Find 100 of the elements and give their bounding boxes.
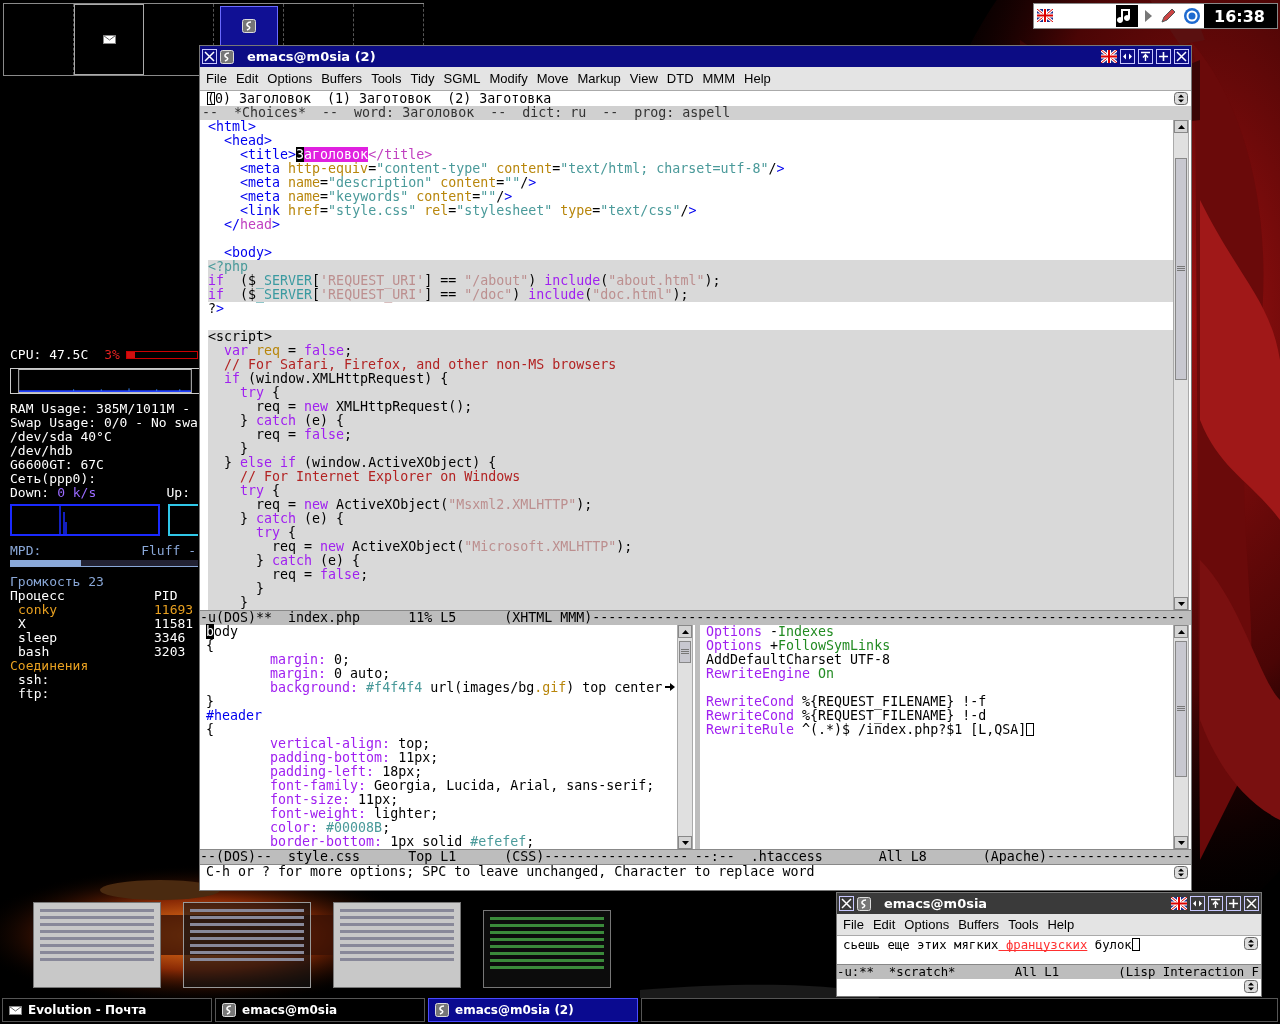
window-thumbnail[interactable] xyxy=(483,910,611,988)
scroll-arrows-icon[interactable] xyxy=(1244,980,1258,993)
column-header: PID xyxy=(154,589,178,603)
menu-item[interactable]: MMM xyxy=(702,70,736,87)
code-line: <head> xyxy=(223,134,274,148)
menu-item[interactable]: Tools xyxy=(371,70,402,87)
taskbar-button[interactable]: emacs@m0sia (2) xyxy=(428,998,638,1022)
menu-item[interactable]: Edit xyxy=(235,70,259,87)
window-title: emacs@m0sia xyxy=(884,896,989,911)
arrow-up-icon xyxy=(1176,627,1186,636)
scroll-thumb[interactable] xyxy=(1175,641,1187,777)
code-line: #header xyxy=(206,709,264,723)
code-line: <link href="style.css" rel="stylesheet" type="text/css"/> xyxy=(239,204,698,218)
menu-item[interactable]: Options xyxy=(267,70,313,87)
menu-item[interactable]: DTD xyxy=(666,70,694,87)
taskbar-button[interactable]: Evolution - Почта xyxy=(2,998,212,1022)
process-name: conky xyxy=(18,603,58,617)
column-header: Процесс xyxy=(10,589,65,603)
play-icon[interactable] xyxy=(1144,9,1154,23)
system-stat: G6600GT: 67C xyxy=(10,458,105,472)
system-stat: /dev/sda 40°C xyxy=(10,430,113,444)
code-line: Options -Indexes xyxy=(706,625,835,639)
keyboard-flag-icon xyxy=(1037,8,1053,22)
plus-icon xyxy=(1228,898,1239,909)
menu-item[interactable]: Help xyxy=(1047,916,1075,933)
scroll-down-button[interactable] xyxy=(678,836,692,849)
music-note-icon[interactable] xyxy=(1116,5,1139,27)
spelling-choice[interactable]: (1) Заготовок xyxy=(327,91,432,106)
scroll-up-button[interactable] xyxy=(1174,625,1188,638)
code-line: margin: 0; xyxy=(269,653,352,667)
menu-item[interactable]: Options xyxy=(904,916,950,933)
window-thumbnail[interactable] xyxy=(333,902,461,988)
section-title: Соединения xyxy=(10,659,90,673)
code-line: font-size: 11px; xyxy=(269,793,399,807)
window-thumbnail[interactable] xyxy=(183,902,311,988)
upload-label: Up: xyxy=(166,486,190,500)
window-title: emacs@m0sia (2) xyxy=(247,49,377,64)
spelling-choice[interactable]: (2) Заготовка xyxy=(447,91,552,106)
menu-item[interactable]: Modify xyxy=(489,70,528,87)
code-line: body xyxy=(206,625,240,639)
code-line: AddDefaultCharset UTF-8 xyxy=(706,653,892,667)
close-button[interactable] xyxy=(1174,49,1189,64)
cpu-temperature: CPU: 47.5C xyxy=(10,348,89,362)
code-line: <body> xyxy=(224,246,274,260)
close-button[interactable] xyxy=(202,49,217,64)
close-icon xyxy=(1176,51,1187,62)
menu-item[interactable]: File xyxy=(843,916,864,933)
code-line: </head> xyxy=(223,218,282,232)
code-line: RewriteRule ^(.*)$ /index.php?$1 [L,QSA] xyxy=(706,723,1173,737)
raise-button[interactable] xyxy=(1138,49,1153,64)
mode-line: --:-- .htaccess All L8 (Apache)------------------ xyxy=(694,850,1191,864)
track-title: Fluff - xyxy=(141,544,196,558)
code-line: <meta http-equiv="content-type" content="text/html; charset=utf-8"/> xyxy=(239,162,786,176)
menu-item[interactable]: File xyxy=(206,70,227,87)
arrow-up-icon xyxy=(680,627,690,636)
volume-label: Громкость 23 xyxy=(10,575,105,589)
menu-item[interactable]: Move xyxy=(536,70,569,87)
code-line: RewriteCond %{REQUEST_FILENAME} !-f xyxy=(706,695,988,709)
scroll-thumb[interactable] xyxy=(679,641,691,663)
circle-icon[interactable] xyxy=(1183,7,1202,25)
menu-item[interactable]: Tidy xyxy=(410,70,435,87)
system-stat: Swap Usage: 0/0 - No swa xyxy=(10,416,198,430)
scroll-thumb[interactable] xyxy=(1175,158,1187,380)
menu-item[interactable]: SGML xyxy=(443,70,481,87)
scroll-down-button[interactable] xyxy=(1174,836,1188,849)
scrollbar[interactable] xyxy=(1173,625,1189,849)
menu-item[interactable]: Help xyxy=(744,70,771,87)
envelope-icon xyxy=(9,1005,22,1015)
menu-item[interactable]: Buffers xyxy=(958,916,1000,933)
scrollbar[interactable] xyxy=(1173,120,1189,610)
code-line: font-family: Georgia, Lucida, Arial, sans-serif; xyxy=(269,779,656,793)
scroll-arrows-icon[interactable] xyxy=(1174,866,1188,879)
scroll-arrows-icon[interactable] xyxy=(1244,937,1258,950)
shade-button[interactable] xyxy=(1120,49,1135,64)
process-pid: 11693 xyxy=(154,603,194,617)
code-line: { xyxy=(206,723,215,737)
plus-icon xyxy=(1158,51,1169,62)
pencil-icon[interactable] xyxy=(1159,7,1178,25)
connection-label: ssh: xyxy=(17,673,51,687)
scroll-down-button[interactable] xyxy=(1174,597,1188,610)
maximize-button[interactable] xyxy=(1156,49,1171,64)
menu-item[interactable]: View xyxy=(629,70,658,87)
app-icon xyxy=(435,1003,449,1017)
scroll-arrows-icon[interactable] xyxy=(1174,92,1188,105)
code-line: color: #00008B; xyxy=(269,821,391,835)
scrollbar[interactable] xyxy=(677,625,693,849)
double-arrow-icon xyxy=(1192,898,1203,909)
app-icon xyxy=(220,49,234,64)
menu-item[interactable]: Buffers xyxy=(321,70,363,87)
code-line: } xyxy=(206,695,215,709)
scroll-up-button[interactable] xyxy=(1174,120,1188,133)
window-thumbnail[interactable] xyxy=(33,902,161,988)
menu-item[interactable]: Tools xyxy=(1008,916,1039,933)
menu-item[interactable]: Markup xyxy=(577,70,621,87)
process-name: X xyxy=(17,617,26,631)
menu-item[interactable]: Edit xyxy=(872,916,896,933)
taskbar-button[interactable]: emacs@m0sia xyxy=(215,998,425,1022)
scroll-up-button[interactable] xyxy=(678,625,692,638)
clock: 16:38 xyxy=(1204,4,1277,28)
echo-area-message: C-h or ? for more options; SPC to leave unchanged, Character to replace word xyxy=(206,865,816,879)
